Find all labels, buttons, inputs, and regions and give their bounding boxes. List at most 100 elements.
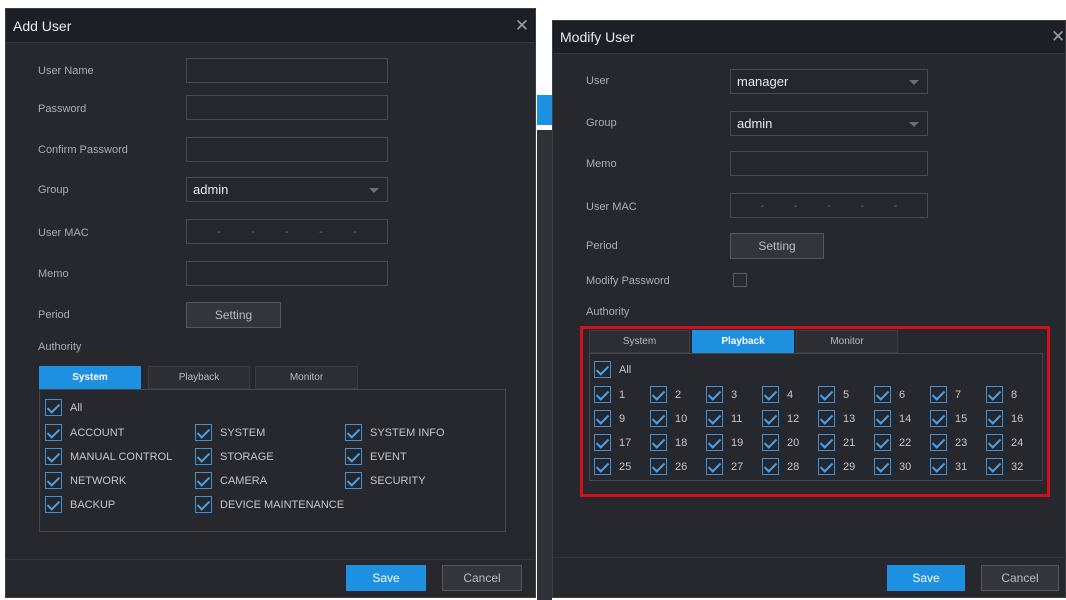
checkbox-checked-icon[interactable] xyxy=(706,458,723,475)
permission-checkbox[interactable]: BACKUP xyxy=(45,496,115,513)
password-input[interactable] xyxy=(186,95,388,120)
checkbox-checked-icon[interactable] xyxy=(45,399,62,416)
permission-checkbox[interactable]: MANUAL CONTROL xyxy=(45,448,172,465)
channel-checkbox[interactable]: 6 xyxy=(874,386,905,403)
permission-checkbox[interactable]: SYSTEM INFO xyxy=(345,424,445,441)
tab-system[interactable]: System xyxy=(39,366,141,389)
checkbox-checked-icon[interactable] xyxy=(195,472,212,489)
checkbox-checked-icon[interactable] xyxy=(762,410,779,427)
checkbox-checked-icon[interactable] xyxy=(874,434,891,451)
permission-checkbox[interactable]: EVENT xyxy=(345,448,407,465)
checkbox-checked-icon[interactable] xyxy=(986,458,1003,475)
cancel-button[interactable]: Cancel xyxy=(981,565,1059,591)
save-button[interactable]: Save xyxy=(887,565,965,591)
group-select[interactable]: admin xyxy=(186,177,388,202)
setting-button[interactable]: Setting xyxy=(186,302,281,328)
channel-checkbox[interactable]: 9 xyxy=(594,410,625,427)
channel-checkbox[interactable]: 32 xyxy=(986,458,1023,475)
permission-checkbox[interactable]: STORAGE xyxy=(195,448,274,465)
channel-checkbox[interactable]: 29 xyxy=(818,458,855,475)
checkbox-checked-icon[interactable] xyxy=(45,448,62,465)
channel-checkbox[interactable]: 1 xyxy=(594,386,625,403)
checkbox-checked-icon[interactable] xyxy=(594,410,611,427)
tab-playback[interactable]: Playback xyxy=(692,330,794,353)
channel-checkbox[interactable]: 31 xyxy=(930,458,967,475)
checkbox-checked-icon[interactable] xyxy=(986,410,1003,427)
group-select[interactable]: admin xyxy=(730,111,928,136)
channel-checkbox[interactable]: 25 xyxy=(594,458,631,475)
channel-checkbox[interactable]: 24 xyxy=(986,434,1023,451)
channel-checkbox[interactable]: 8 xyxy=(986,386,1017,403)
channel-checkbox[interactable]: 22 xyxy=(874,434,911,451)
permission-checkbox[interactable]: SECURITY xyxy=(345,472,426,489)
checkbox-checked-icon[interactable] xyxy=(650,434,667,451)
channel-checkbox[interactable]: 12 xyxy=(762,410,799,427)
checkbox-checked-icon[interactable] xyxy=(45,424,62,441)
memo-input[interactable] xyxy=(186,261,388,286)
checkbox-checked-icon[interactable] xyxy=(874,386,891,403)
channel-checkbox[interactable]: 18 xyxy=(650,434,687,451)
checkbox-checked-icon[interactable] xyxy=(706,386,723,403)
channel-checkbox[interactable]: 16 xyxy=(986,410,1023,427)
checkbox-all[interactable]: All xyxy=(594,361,631,378)
channel-checkbox[interactable]: 3 xyxy=(706,386,737,403)
checkbox-checked-icon[interactable] xyxy=(45,472,62,489)
channel-checkbox[interactable]: 28 xyxy=(762,458,799,475)
channel-checkbox[interactable]: 21 xyxy=(818,434,855,451)
channel-checkbox[interactable]: 13 xyxy=(818,410,855,427)
checkbox-checked-icon[interactable] xyxy=(986,386,1003,403)
checkbox-checked-icon[interactable] xyxy=(874,458,891,475)
channel-checkbox[interactable]: 19 xyxy=(706,434,743,451)
channel-checkbox[interactable]: 7 xyxy=(930,386,961,403)
checkbox-checked-icon[interactable] xyxy=(345,472,362,489)
permission-checkbox[interactable]: SYSTEM xyxy=(195,424,265,441)
checkbox-checked-icon[interactable] xyxy=(594,386,611,403)
channel-checkbox[interactable]: 15 xyxy=(930,410,967,427)
channel-checkbox[interactable]: 5 xyxy=(818,386,849,403)
checkbox-checked-icon[interactable] xyxy=(195,424,212,441)
close-icon[interactable]: ✕ xyxy=(1051,27,1065,47)
checkbox-checked-icon[interactable] xyxy=(594,458,611,475)
checkbox-checked-icon[interactable] xyxy=(930,410,947,427)
channel-checkbox[interactable]: 14 xyxy=(874,410,911,427)
memo-input[interactable] xyxy=(730,151,928,176)
checkbox-checked-icon[interactable] xyxy=(762,458,779,475)
save-button[interactable]: Save xyxy=(346,565,426,591)
checkbox-checked-icon[interactable] xyxy=(818,434,835,451)
tab-monitor[interactable]: Monitor xyxy=(255,366,358,389)
checkbox-checked-icon[interactable] xyxy=(345,448,362,465)
confirm-password-input[interactable] xyxy=(186,137,388,162)
channel-checkbox[interactable]: 10 xyxy=(650,410,687,427)
checkbox-checked-icon[interactable] xyxy=(650,458,667,475)
checkbox-checked-icon[interactable] xyxy=(818,410,835,427)
setting-button[interactable]: Setting xyxy=(730,233,824,259)
checkbox-checked-icon[interactable] xyxy=(986,434,1003,451)
user-mac-input[interactable]: - - - - - xyxy=(730,193,928,218)
channel-checkbox[interactable]: 4 xyxy=(762,386,793,403)
user-select[interactable]: manager xyxy=(730,69,928,94)
channel-checkbox[interactable]: 2 xyxy=(650,386,681,403)
user-name-input[interactable] xyxy=(186,58,388,83)
checkbox-checked-icon[interactable] xyxy=(874,410,891,427)
channel-checkbox[interactable]: 23 xyxy=(930,434,967,451)
checkbox-checked-icon[interactable] xyxy=(45,496,62,513)
checkbox-checked-icon[interactable] xyxy=(930,458,947,475)
checkbox-checked-icon[interactable] xyxy=(650,410,667,427)
channel-checkbox[interactable]: 17 xyxy=(594,434,631,451)
checkbox-checked-icon[interactable] xyxy=(594,361,611,378)
tab-monitor[interactable]: Monitor xyxy=(796,330,898,353)
checkbox-checked-icon[interactable] xyxy=(762,434,779,451)
channel-checkbox[interactable]: 11 xyxy=(706,410,742,427)
permission-checkbox[interactable]: DEVICE MAINTENANCE xyxy=(195,496,344,513)
channel-checkbox[interactable]: 20 xyxy=(762,434,799,451)
checkbox-all[interactable]: All xyxy=(45,399,82,416)
user-mac-input[interactable]: - - - - - xyxy=(186,219,388,244)
channel-checkbox[interactable]: 26 xyxy=(650,458,687,475)
checkbox-checked-icon[interactable] xyxy=(195,448,212,465)
checkbox-checked-icon[interactable] xyxy=(706,410,723,427)
checkbox-checked-icon[interactable] xyxy=(650,386,667,403)
tab-playback[interactable]: Playback xyxy=(148,366,250,389)
checkbox-checked-icon[interactable] xyxy=(818,458,835,475)
cancel-button[interactable]: Cancel xyxy=(442,565,522,591)
permission-checkbox[interactable]: CAMERA xyxy=(195,472,267,489)
